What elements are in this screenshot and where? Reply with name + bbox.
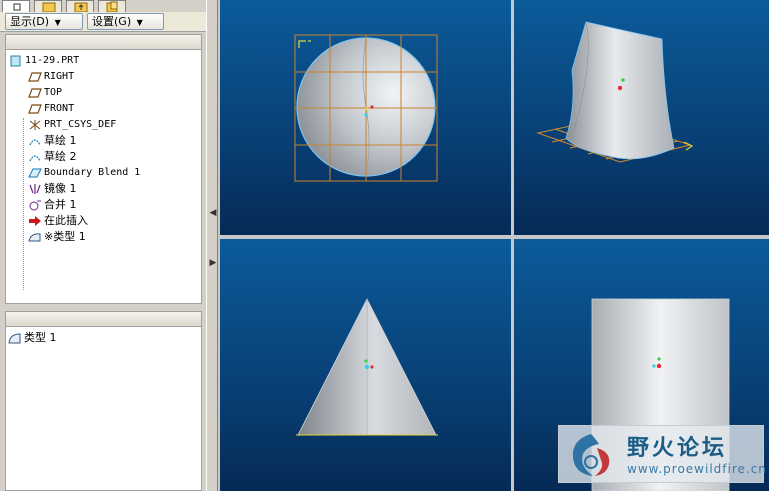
style-feature-icon xyxy=(28,232,41,241)
selection-item-label: 类型 1 xyxy=(24,331,57,344)
tree-item-label: Boundary Blend 1 xyxy=(44,167,141,178)
tree-item-right[interactable]: RIGHT xyxy=(28,69,74,84)
settings-label: 设置 xyxy=(92,15,114,28)
show-key: (D) xyxy=(32,15,50,28)
tree-item-label: 在此插入 xyxy=(44,214,88,227)
sketch-icon xyxy=(29,138,41,145)
chevron-down-icon: ▼ xyxy=(136,18,143,27)
datum-plane-icon xyxy=(28,103,42,114)
viewport-bottom-left[interactable] xyxy=(220,239,511,491)
tree-item-sketch-1[interactable]: 草绘 1 xyxy=(28,133,77,148)
viewport-top-left[interactable] xyxy=(220,0,511,235)
tree-item-csys[interactable]: PRT_CSYS_DEF xyxy=(28,117,116,132)
tree-item-label: RIGHT xyxy=(44,71,75,82)
graphics-area[interactable] xyxy=(218,0,769,491)
watermark-title: 野火论坛 xyxy=(627,436,728,461)
datum-plane-icon xyxy=(28,87,42,98)
tree-item-style-1[interactable]: ※类型 1 xyxy=(28,229,86,244)
watermark-url: www.proewildfire.cn xyxy=(627,462,767,476)
style-feature-icon xyxy=(8,332,21,343)
tree-item-label: 合并 1 xyxy=(44,198,77,211)
tab-model-tree[interactable] xyxy=(2,0,30,12)
tree-item-label: 草绘 2 xyxy=(44,150,77,163)
tab-favorites[interactable] xyxy=(66,0,94,13)
model-tree-header xyxy=(5,34,202,50)
tree-item-insert-here[interactable]: 在此插入 xyxy=(28,213,88,228)
merge-icon xyxy=(29,200,41,210)
sketch-icon xyxy=(29,154,41,161)
chevron-down-icon: ▼ xyxy=(54,18,61,27)
top-view-model xyxy=(294,34,438,182)
left-panel: 显示(D) ▼ 设置(G) ▼ 11-29.PRT RIGHT TOP FRON… xyxy=(0,0,206,491)
datum-plane-icon xyxy=(28,71,42,82)
tab-history[interactable] xyxy=(98,0,126,13)
boundary-blend-icon xyxy=(28,168,42,177)
trimetric-view-model xyxy=(536,21,694,163)
flame-logo-icon xyxy=(572,434,610,476)
tree-item-mirror[interactable]: 镜像 1 xyxy=(28,181,77,196)
selection-list-header xyxy=(5,311,202,327)
model-tree-toolbar: 显示(D) ▼ 设置(G) ▼ xyxy=(0,12,206,32)
tree-item-label: PRT_CSYS_DEF xyxy=(44,119,117,130)
tree-item-label: 草绘 1 xyxy=(44,134,77,147)
front-view-model xyxy=(296,298,438,436)
tree-item-boundary-blend[interactable]: Boundary Blend 1 xyxy=(28,165,140,180)
tree-item-label: ※类型 1 xyxy=(44,230,86,243)
tab-folder-browser[interactable] xyxy=(34,0,62,13)
selection-item-style-1[interactable]: 类型 1 xyxy=(8,330,57,345)
navigator-tabs xyxy=(0,0,206,13)
settings-dropdown-button[interactable]: 设置(G) ▼ xyxy=(87,13,164,30)
tree-item-merge[interactable]: 合并 1 xyxy=(28,197,77,212)
tree-item-label: 11-29.PRT xyxy=(25,55,80,66)
show-dropdown-button[interactable]: 显示(D) ▼ xyxy=(5,13,83,30)
selection-list: 类型 1 xyxy=(5,327,202,491)
coordinate-system-icon xyxy=(29,119,41,130)
tree-item-label: 镜像 1 xyxy=(44,182,77,195)
tree-item-front[interactable]: FRONT xyxy=(28,101,74,116)
insert-here-arrow-icon xyxy=(29,215,41,226)
show-label: 显示 xyxy=(10,15,32,28)
settings-key: (G) xyxy=(114,15,132,28)
model-tree: 11-29.PRT RIGHT TOP FRONT PRT_CSYS_DEF 草… xyxy=(5,50,202,304)
panel-sash[interactable]: ◀ ▶ xyxy=(206,0,218,491)
viewport-top-right[interactable] xyxy=(514,0,769,235)
mirror-icon xyxy=(29,183,41,194)
tree-connector xyxy=(23,118,24,290)
forum-watermark: 野火论坛 www.proewildfire.cn xyxy=(558,425,767,483)
chevron-left-icon[interactable]: ◀ xyxy=(209,206,217,220)
tree-item-sketch-2[interactable]: 草绘 2 xyxy=(28,149,77,164)
chevron-right-icon[interactable]: ▶ xyxy=(209,256,217,270)
tree-item-root[interactable]: 11-29.PRT xyxy=(9,53,79,68)
part-icon xyxy=(10,55,21,66)
tree-item-label: FRONT xyxy=(44,103,75,114)
tree-item-label: TOP xyxy=(44,87,63,98)
tree-item-top[interactable]: TOP xyxy=(28,85,62,100)
